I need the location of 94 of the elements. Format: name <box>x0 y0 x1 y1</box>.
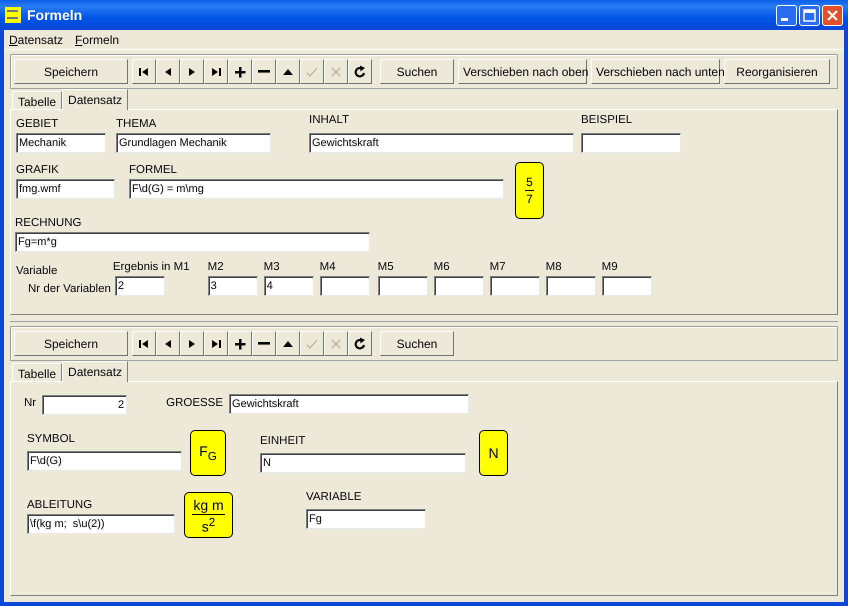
navigator-button[interactable] <box>276 59 300 84</box>
toolbar-button[interactable]: Suchen <box>380 331 454 356</box>
navigator-button[interactable] <box>252 331 276 356</box>
minimize-icon <box>781 18 788 20</box>
menu-item[interactable]: Datensatz <box>9 31 64 49</box>
field-label: M5 <box>378 260 395 275</box>
navigator-button[interactable] <box>156 59 180 84</box>
field-label: M2 <box>208 260 225 275</box>
text-field[interactable]: Gewichtskraft <box>229 394 470 414</box>
navigator-button[interactable] <box>132 331 156 356</box>
cross-icon <box>329 64 343 78</box>
field-label: EINHEIT <box>260 434 306 449</box>
app-icon <box>5 7 21 23</box>
field-label: GEBIET <box>16 117 60 132</box>
window-title: Formeln <box>27 7 84 23</box>
text-field[interactable]: 3 <box>208 276 258 296</box>
text-field[interactable]: 4 <box>264 276 314 296</box>
field-label: THEMA <box>116 117 158 132</box>
tab[interactable]: Tabelle <box>12 363 62 381</box>
refresh-icon <box>353 336 367 350</box>
text-field[interactable] <box>602 276 652 296</box>
field-label: BEISPIEL <box>581 113 634 128</box>
text-field[interactable] <box>320 276 370 296</box>
field-label: Ergebnis in M1 <box>112 260 190 275</box>
minus-icon <box>258 342 270 345</box>
text-field[interactable] <box>378 276 428 296</box>
close-icon <box>827 10 838 20</box>
text-field[interactable] <box>581 133 681 153</box>
text-field[interactable]: Grundlagen Mechanik <box>116 133 271 153</box>
text-field[interactable]: N <box>260 453 466 473</box>
navigator-button[interactable] <box>348 331 372 356</box>
save-button[interactable]: Speichern <box>14 59 128 84</box>
plus-icon <box>233 336 247 350</box>
navigator-button[interactable] <box>156 331 180 356</box>
field-label: GRAFIK <box>16 163 60 178</box>
field-label: M3 <box>264 260 281 275</box>
navigator-button[interactable] <box>228 59 252 84</box>
field-label: M9 <box>602 260 619 275</box>
text-field[interactable] <box>434 276 484 296</box>
navigator-button[interactable] <box>228 331 252 356</box>
field-label: Nr <box>24 396 36 411</box>
toolbar-button[interactable]: Reorganisieren <box>724 59 830 84</box>
text-field[interactable] <box>490 276 540 296</box>
close-button[interactable] <box>822 4 843 26</box>
maximize-icon <box>803 8 816 22</box>
field-label: M7 <box>490 260 507 275</box>
minimize-button[interactable] <box>776 4 797 26</box>
toolbar-button[interactable]: Verschieben nach oben <box>458 59 587 84</box>
field-label: Nr der Variablen <box>28 282 111 297</box>
tab[interactable]: Tabelle <box>12 91 62 109</box>
text-field[interactable]: Gewichtskraft <box>309 133 574 153</box>
plus-icon <box>233 64 247 78</box>
text-field[interactable] <box>546 276 596 296</box>
cross-icon <box>329 336 343 350</box>
field-label: RECHNUNG <box>15 216 82 231</box>
refresh-icon <box>353 64 367 78</box>
formula-preview: kg m s$^{2}$ <box>184 492 233 538</box>
text-field[interactable]: Fg=m*g <box>15 232 370 252</box>
navigator-button[interactable] <box>348 59 372 84</box>
navigator-button[interactable] <box>204 331 228 356</box>
navigator-button[interactable] <box>252 59 276 84</box>
field-label: M4 <box>320 260 337 275</box>
text-field[interactable]: 2 <box>42 395 128 415</box>
field-label: M6 <box>434 260 451 275</box>
tab[interactable]: Datensatz <box>62 361 128 382</box>
field-label: SYMBOL <box>27 432 76 447</box>
menu-item[interactable]: Formeln <box>75 31 120 49</box>
formula-preview: F$_{G}$ <box>190 430 226 476</box>
tab[interactable]: Datensatz <box>62 89 128 110</box>
text-field[interactable]: F\d(G) = m\mg <box>129 179 504 199</box>
navigator-button[interactable] <box>132 59 156 84</box>
field-label: GROESSE <box>166 396 224 411</box>
text-field[interactable]: \f(kg m; s\u(2)) <box>27 514 175 534</box>
field-label: FORMEL <box>129 163 178 178</box>
navigator-button[interactable] <box>204 59 228 84</box>
field-label: M8 <box>546 260 563 275</box>
field-label: ABLEITUNG <box>27 498 94 513</box>
navigator-button[interactable] <box>276 331 300 356</box>
navigator-button[interactable] <box>180 59 204 84</box>
field-label: INHALT <box>309 113 350 128</box>
formula-preview: N <box>479 430 508 476</box>
text-field[interactable]: Mechanik <box>16 133 106 153</box>
toolbar-button[interactable]: Suchen <box>380 59 454 84</box>
formula-preview: 5 7 <box>515 162 544 219</box>
maximize-button[interactable] <box>799 4 820 26</box>
save-button[interactable]: Speichern <box>14 331 128 356</box>
text-field[interactable]: Fg <box>306 509 426 529</box>
field-label: VARIABLE <box>306 490 362 505</box>
navigator-button[interactable] <box>180 331 204 356</box>
minus-icon <box>258 70 270 73</box>
text-field[interactable]: 2 <box>114 276 165 296</box>
text-field[interactable]: fmg.wmf <box>16 179 115 199</box>
field-label: Variable <box>16 264 58 279</box>
text-field[interactable]: F\d(G) <box>27 451 182 471</box>
